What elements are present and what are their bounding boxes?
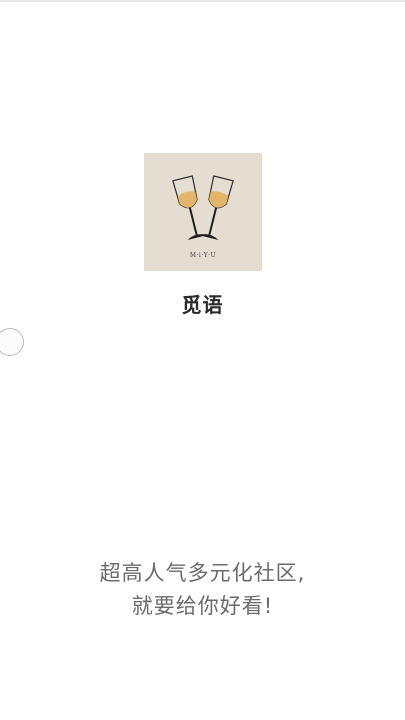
- slogan-line-1: 超高人气多元化社区,: [99, 561, 306, 585]
- app-name: 觅语: [181, 293, 224, 317]
- app-logo: M·i·Y·U: [144, 153, 262, 271]
- status-bar: [0, 0, 405, 2]
- logo-caption: M·i·Y·U: [189, 252, 217, 259]
- slogan-line-2: 就要给你好看!: [131, 594, 274, 618]
- loading-spinner-icon: [0, 328, 24, 356]
